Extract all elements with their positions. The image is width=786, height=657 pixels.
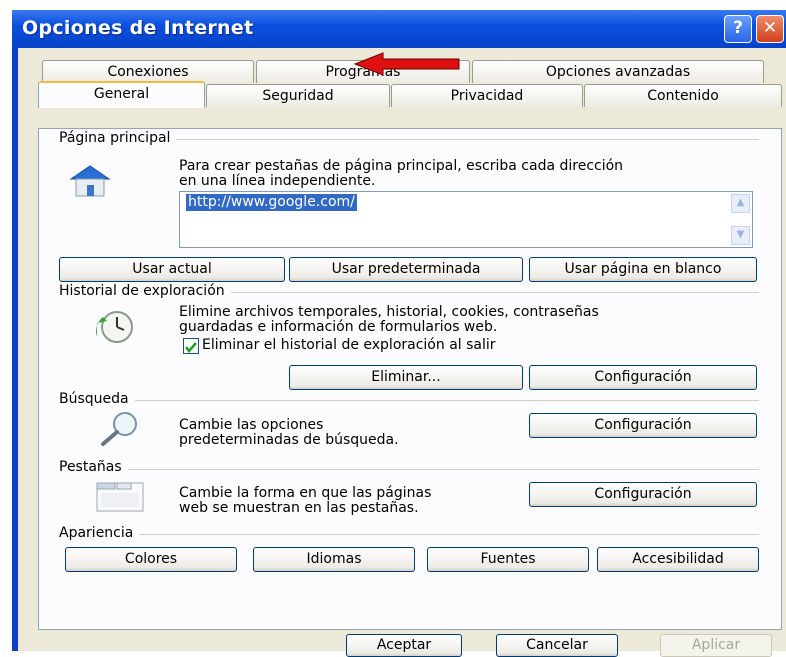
tabs-section-title: Pestañas: [59, 459, 128, 475]
general-tab-panel: Página principal Para crear pestañas de …: [38, 128, 782, 630]
scroll-up-arrow-icon[interactable]: ▲: [731, 194, 750, 213]
section-divider: [59, 534, 759, 535]
delete-history-on-exit-checkbox[interactable]: [183, 338, 199, 354]
history-settings-button[interactable]: Configuración: [529, 365, 757, 390]
cancel-button[interactable]: Cancelar: [496, 634, 618, 657]
window-title: Opciones de Internet: [22, 17, 254, 39]
help-button[interactable]: ?: [724, 15, 752, 43]
tab-contenido[interactable]: Contenido: [584, 84, 782, 107]
close-button[interactable]: ✕: [756, 15, 784, 43]
search-section-title: Búsqueda: [59, 391, 135, 407]
search-description-line1: Cambie las opciones: [179, 417, 324, 433]
use-current-button[interactable]: Usar actual: [59, 257, 285, 282]
history-description-line2: guardadas e información de formularios w…: [179, 319, 498, 335]
use-blank-button[interactable]: Usar página en blanco: [529, 257, 757, 282]
dialog-window: Opciones de Internet ? ✕ Conexiones Prog…: [12, 10, 786, 657]
scroll-down-arrow-icon[interactable]: ▼: [731, 226, 750, 245]
section-divider: [59, 469, 759, 470]
magnifier-icon: [101, 412, 137, 446]
colors-button[interactable]: Colores: [65, 547, 237, 572]
history-clock-icon: [96, 311, 133, 343]
tab-opciones-avanzadas[interactable]: Opciones avanzadas: [472, 60, 764, 83]
tabs-description-line2: web se muestran en las pestañas.: [179, 500, 419, 516]
dialog-body: Conexiones Programas Opciones avanzadas …: [18, 48, 786, 657]
delete-history-button[interactable]: Eliminar...: [289, 365, 523, 390]
home-page-url-textarea[interactable]: http://www.google.com/ ▲ ▼: [179, 191, 753, 248]
use-default-button[interactable]: Usar predeterminada: [289, 257, 523, 282]
section-divider: [59, 400, 759, 401]
fonts-button[interactable]: Fuentes: [427, 547, 589, 572]
accessibility-button[interactable]: Accesibilidad: [597, 547, 759, 572]
tabs-description-line1: Cambie la forma en que las páginas: [179, 485, 432, 501]
ok-button[interactable]: Aceptar: [346, 634, 462, 657]
checkmark-icon: [185, 342, 197, 353]
delete-history-on-exit-label[interactable]: Eliminar el historial de exploración al …: [202, 338, 496, 353]
tab-general[interactable]: General: [38, 81, 205, 108]
search-settings-button[interactable]: Configuración: [529, 413, 757, 438]
appearance-section-title: Apariencia: [59, 525, 140, 541]
apply-button[interactable]: Aplicar: [660, 634, 772, 657]
tab-conexiones[interactable]: Conexiones: [42, 60, 254, 83]
title-bar[interactable]: Opciones de Internet ? ✕: [12, 10, 786, 48]
tab-seguridad[interactable]: Seguridad: [206, 84, 390, 107]
home-page-description-line1: Para crear pestañas de página principal,…: [179, 158, 624, 174]
history-description-line1: Elimine archivos temporales, historial, …: [179, 304, 599, 320]
tabs-settings-button[interactable]: Configuración: [529, 482, 757, 507]
home-page-description-line2: en una línea independiente.: [179, 173, 376, 189]
home-page-url-text: http://www.google.com/: [186, 194, 357, 211]
tab-privacidad[interactable]: Privacidad: [391, 84, 583, 107]
search-description-line2: predeterminadas de búsqueda.: [179, 432, 399, 448]
red-arrow-icon: [353, 52, 460, 76]
history-section-title: Historial de exploración: [59, 283, 231, 299]
languages-button[interactable]: Idiomas: [253, 547, 415, 572]
home-page-section-title: Página principal: [59, 130, 177, 146]
tabs-window-icon: [96, 482, 144, 512]
house-icon: [69, 165, 111, 197]
